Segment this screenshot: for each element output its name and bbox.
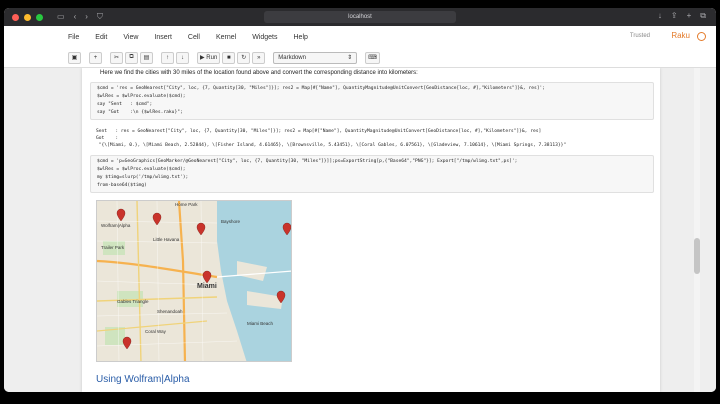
output-line: "{\[Miami, 0.}, \[Miami Beach, 2.52844},… — [96, 143, 567, 148]
menu-item-widgets[interactable]: Widgets — [252, 34, 277, 41]
map-label: Wolfram|Alpha — [101, 223, 131, 228]
paste-icon[interactable]: ▤ — [140, 51, 153, 64]
code-line: from-base64($timg) — [97, 183, 147, 188]
forward-icon[interactable]: › — [85, 12, 88, 22]
browser-actions: ↓ ⇪ + ⧉ — [658, 11, 706, 21]
map-label: Coral Way — [145, 329, 166, 334]
cut-icon[interactable]: ✂ — [110, 51, 123, 64]
restart-icon[interactable]: ↻ — [237, 51, 251, 64]
browser-window: ▭ ‹ › ⛉ localhost ↓ ⇪ + ⧉ File Edit View In… — [4, 8, 716, 392]
code-line: $wlRes = $wlProc.evaluate($cmd); — [97, 167, 186, 172]
nav-icons: ▭ ‹ › ⛉ — [57, 12, 103, 22]
back-icon[interactable]: ‹ — [74, 12, 77, 22]
move-up-icon[interactable]: ↑ — [161, 51, 174, 64]
trusted-indicator[interactable]: Trusted — [630, 33, 650, 39]
kernel-name[interactable]: Raku — [671, 31, 690, 40]
keyboard-icon[interactable]: ⌨ — [365, 51, 380, 64]
move-down-icon[interactable]: ↓ — [176, 51, 189, 64]
output-line: Got : — [96, 136, 119, 141]
menu-item-kernel[interactable]: Kernel — [216, 34, 236, 41]
map-label: Bayshore — [221, 219, 241, 224]
restart-run-all-icon[interactable]: » — [252, 51, 266, 64]
window-controls — [12, 13, 43, 21]
share-icon[interactable]: ⇪ — [671, 11, 678, 21]
map-label: Miami — [197, 283, 217, 290]
map-label: Little Havana — [153, 237, 180, 242]
menu-list: File Edit View Insert Cell Kernel Widgets Help — [68, 34, 308, 41]
close-window-button[interactable] — [12, 13, 19, 21]
tabs-overview-icon[interactable]: ⧉ — [700, 11, 706, 21]
code-line: my $timg=slurp('/tmp/wlimg.txt'); — [97, 175, 189, 180]
browser-titlebar: ▭ ‹ › ⛉ localhost ↓ ⇪ + ⧉ — [4, 8, 716, 26]
kernel-status-icon — [697, 32, 706, 41]
save-icon[interactable]: ▣ — [68, 51, 81, 64]
map-label: Trailer Park — [101, 245, 125, 250]
menu-item-help[interactable]: Help — [294, 34, 308, 41]
sidebar-icon[interactable]: ▭ — [57, 12, 65, 22]
code-cell-2[interactable]: $cmd = 'p=GeoGraphics[GeoMarker/@GeoNear… — [90, 155, 654, 193]
jupyter-toolbar: ▣ + ✂ ⧉ ▤ ↑ ↓ ▶ Run ■ ↻ » Markdown ⇕ ⌨ — [4, 48, 716, 68]
jupyter-menubar: File Edit View Insert Cell Kernel Widgets Help … — [4, 26, 716, 48]
code-cell-1-source[interactable]: $cmd = 'res = GeoNearest["City", loc, {7… — [91, 83, 653, 119]
code-line: $cmd = 'p=GeoGraphics[GeoMarker/@GeoNear… — [97, 159, 518, 164]
map-label: Shenandoah — [157, 309, 183, 314]
screen: ▭ ‹ › ⛉ localhost ↓ ⇪ + ⧉ File Edit View In… — [0, 0, 720, 404]
maximize-window-button[interactable] — [36, 13, 43, 21]
output-cell-1: Sent : res = GeoNearest["City", loc, {7,… — [96, 128, 566, 149]
code-cell-2-source[interactable]: $cmd = 'p=GeoGraphics[GeoMarker/@GeoNear… — [91, 156, 653, 192]
code-line: $wlRes = $wlProc.evaluate($cmd); — [97, 94, 186, 99]
insert-cell-icon[interactable]: + — [89, 51, 102, 64]
stop-icon[interactable]: ■ — [222, 51, 236, 64]
section-heading: Using Wolfram|Alpha — [96, 374, 190, 385]
shield-icon[interactable]: ⛉ — [97, 12, 103, 22]
run-button[interactable]: ▶ Run — [197, 51, 221, 64]
code-cell-1[interactable]: $cmd = 'res = GeoNearest["City", loc, {7… — [90, 82, 654, 120]
map-label: Gables Triangle — [117, 299, 149, 304]
address-bar[interactable]: localhost — [264, 11, 456, 23]
output-line: Sent : res = GeoNearest["City", loc, {7,… — [96, 129, 542, 134]
map-output-image: Home Park Wolfram|Alpha Bayshore Little … — [96, 200, 292, 362]
cell-type-select[interactable]: Markdown ⇕ — [273, 51, 358, 64]
markdown-text: Here we find the cities with 30 miles of… — [100, 70, 418, 76]
minimize-window-button[interactable] — [24, 13, 31, 21]
menu-item-insert[interactable]: Insert — [154, 34, 172, 41]
menu-item-view[interactable]: View — [123, 34, 138, 41]
chevron-down-icon: ⇕ — [347, 55, 353, 61]
new-tab-icon[interactable]: + — [687, 11, 692, 21]
run-label: Run — [206, 54, 218, 61]
map-label: Home Park — [175, 202, 198, 207]
menu-item-cell[interactable]: Cell — [188, 34, 200, 41]
map-label: Miami Beach — [247, 321, 274, 326]
cell-type-value: Markdown — [278, 54, 306, 61]
scrollbar-track[interactable] — [694, 68, 700, 392]
notebook-area: Here we find the cities with 30 miles of… — [4, 68, 716, 392]
download-icon[interactable]: ↓ — [658, 11, 662, 21]
code-line: say "Sent : $cmd"; — [97, 102, 153, 107]
menu-item-file[interactable]: File — [68, 34, 79, 41]
scrollbar-thumb[interactable] — [694, 238, 700, 274]
menu-item-edit[interactable]: Edit — [95, 34, 107, 41]
copy-icon[interactable]: ⧉ — [125, 51, 138, 64]
notebook-page: Here we find the cities with 30 miles of… — [82, 68, 660, 392]
code-line: $cmd = 'res = GeoNearest["City", loc, {7… — [97, 86, 546, 91]
code-line: say "Got :\n {$wlRes.raku}"; — [97, 110, 183, 115]
